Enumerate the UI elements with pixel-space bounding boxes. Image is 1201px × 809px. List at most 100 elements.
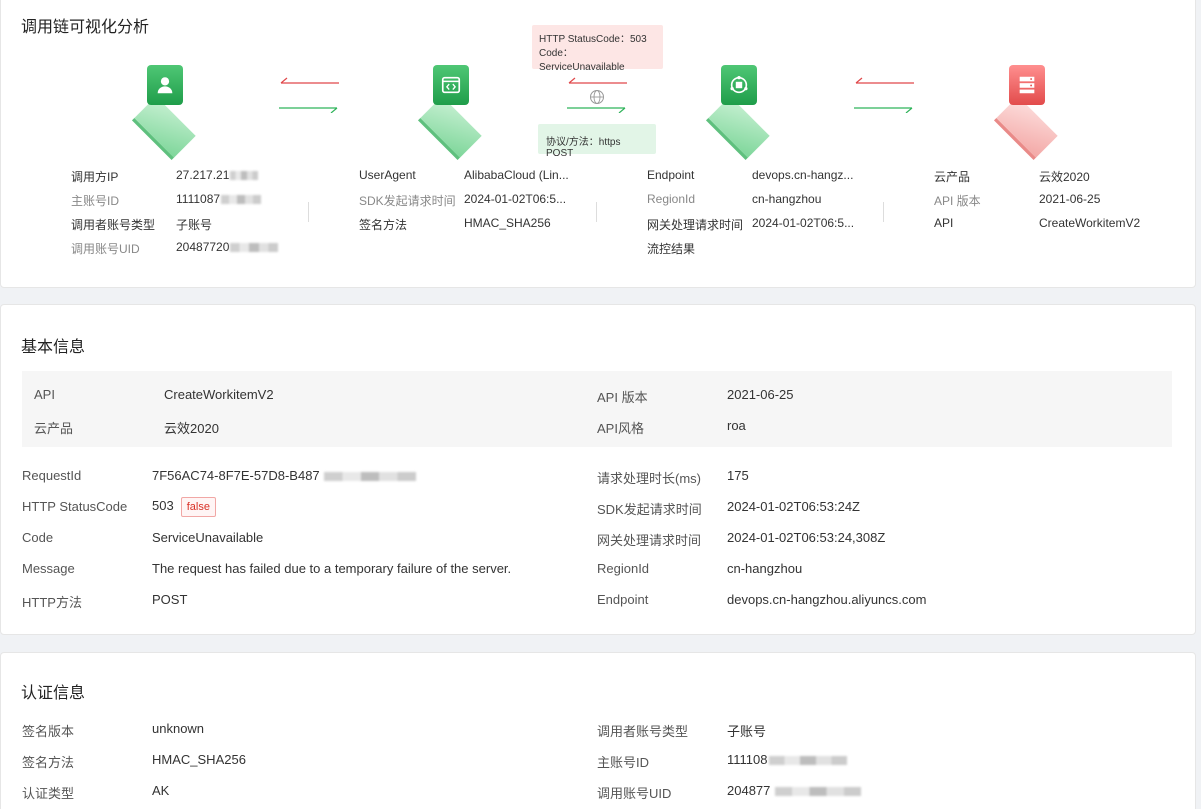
arrow-pair-3 xyxy=(853,77,915,114)
caller-account-type-label: 调用者账号类型 xyxy=(597,724,689,739)
info-value: 子账号 xyxy=(176,218,213,232)
server-node[interactable] xyxy=(981,65,1073,158)
message-label: Message xyxy=(22,561,75,576)
info-key: API xyxy=(934,216,954,230)
endpoint-value: devops.cn-hangzhou.aliyuncs.com xyxy=(727,592,927,607)
api-style-label: API风格 xyxy=(597,421,644,436)
product-info: 云产品 云效2020 API 版本 2021-06-25 API CreateWork… xyxy=(934,168,1164,240)
main-account-id-value: 111108 xyxy=(727,752,847,767)
divider xyxy=(596,202,597,222)
status-code-label: HTTP StatusCode xyxy=(22,499,128,514)
sign-method-label: 签名方法 xyxy=(22,755,75,770)
info-value: cn-hangzhou xyxy=(752,192,822,206)
caller-uid-value: 204877 xyxy=(727,783,862,798)
info-row: 云产品 云效2020 xyxy=(934,168,1164,192)
info-value: devops.cn-hangz... xyxy=(752,168,854,182)
http-method-value: POST xyxy=(152,592,188,607)
code-window-icon xyxy=(433,65,469,105)
api-version-value: 2021-06-25 xyxy=(727,387,794,402)
auth-info-title: 认证信息 xyxy=(21,685,86,702)
user-icon xyxy=(147,65,183,105)
info-key: 主账号ID xyxy=(71,194,120,208)
error-tooltip-code: Code：ServiceUnavailable xyxy=(539,48,625,73)
info-row: RegionId cn-hangzhou xyxy=(647,192,877,216)
info-value: AlibabaCloud (Lin... xyxy=(464,168,569,182)
info-key: RegionId xyxy=(647,192,696,206)
region-label: RegionId xyxy=(597,561,650,576)
gateway-time-value: 2024-01-02T06:53:24,308Z xyxy=(727,530,886,545)
message-value: The request has failed due to a temporar… xyxy=(152,561,512,576)
gateway-hub-icon xyxy=(721,65,757,105)
caller-node[interactable] xyxy=(119,65,211,158)
sdk-info: UserAgent AlibabaCloud (Lin... SDK发起请求时间 2… xyxy=(359,168,589,240)
info-value: 2024-01-02T06:5... xyxy=(464,192,567,206)
sdk-time-label: SDK发起请求时间 xyxy=(597,502,702,517)
sign-method-value: HMAC_SHA256 xyxy=(152,752,246,767)
info-row: 调用账号UID 20487720 xyxy=(71,240,301,264)
info-row: Endpoint devops.cn-hangz... xyxy=(647,168,877,192)
info-value: 27.217.21 xyxy=(176,168,259,182)
info-value: CreateWorkitemV2 xyxy=(1039,216,1141,230)
auth-type-value: AK xyxy=(152,783,170,798)
error-tooltip-status: HTTP StatusCode：503 xyxy=(539,34,647,45)
basic-info-card: 基本信息 API CreateWorkitemV2 API 版本 2021-06… xyxy=(0,304,1196,635)
sdk-node[interactable] xyxy=(405,65,497,158)
gateway-info: Endpoint devops.cn-hangz... RegionId cn-ha… xyxy=(647,168,877,264)
info-row: API CreateWorkitemV2 xyxy=(934,216,1164,240)
info-row: 签名方法 HMAC_SHA256 xyxy=(359,216,589,240)
info-row: SDK发起请求时间 2024-01-02T06:5... xyxy=(359,192,589,216)
region-value: cn-hangzhou xyxy=(727,561,803,576)
api-label: API xyxy=(34,387,55,402)
sign-version-value: unknown xyxy=(152,721,205,736)
code-label: Code xyxy=(22,530,54,545)
request-id-value: 7F56AC74-8F7E-57D8-B487 xyxy=(152,468,417,483)
info-row: 网关处理请求时间 2024-01-02T06:5... xyxy=(647,216,877,240)
call-chain-card: 调用链可视化分析 HTTP StatusCode：503 Code：Servic… xyxy=(0,0,1196,288)
divider xyxy=(883,202,884,222)
info-key: 云产品 xyxy=(934,170,971,184)
protocol-tooltip: 协议/方法：https POST xyxy=(538,124,656,159)
info-row: API 版本 2021-06-25 xyxy=(934,192,1164,216)
info-key: 流控结果 xyxy=(647,242,696,256)
divider xyxy=(308,202,309,222)
code-value: ServiceUnavailable xyxy=(152,530,264,545)
endpoint-label: Endpoint xyxy=(597,592,649,607)
auth-type-label: 认证类型 xyxy=(22,786,75,801)
api-summary-block: API CreateWorkitemV2 API 版本 2021-06-25 云… xyxy=(22,371,1172,447)
info-key: SDK发起请求时间 xyxy=(359,194,456,208)
product-label: 云产品 xyxy=(34,421,74,436)
info-value: 2024-01-02T06:5... xyxy=(752,216,855,230)
info-value: 云效2020 xyxy=(1039,170,1090,184)
duration-label: 请求处理时长(ms) xyxy=(597,471,701,486)
server-stack-icon xyxy=(1009,65,1045,105)
gateway-time-label: 网关处理请求时间 xyxy=(597,533,702,548)
info-key: 签名方法 xyxy=(359,218,408,232)
gateway-node[interactable] xyxy=(693,65,785,158)
duration-value: 175 xyxy=(727,468,749,483)
info-value: 2021-06-25 xyxy=(1039,192,1101,206)
api-style-value: roa xyxy=(727,418,746,433)
info-row: 调用方IP 27.217.21 xyxy=(71,168,301,192)
info-value: HMAC_SHA256 xyxy=(464,216,551,230)
caller-uid-label: 调用账号UID xyxy=(597,786,672,801)
sdk-time-value: 2024-01-02T06:53:24Z xyxy=(727,499,860,514)
info-row: 主账号ID 1111087 xyxy=(71,192,301,216)
status-code-value: 503 false xyxy=(152,497,216,517)
globe-icon xyxy=(590,90,604,104)
info-key: 调用方IP xyxy=(71,170,119,184)
info-key: API 版本 xyxy=(934,194,981,208)
info-key: Endpoint xyxy=(647,168,695,182)
info-row: UserAgent AlibabaCloud (Lin... xyxy=(359,168,589,192)
http-method-label: HTTP方法 xyxy=(22,595,82,610)
info-value: 1111087 xyxy=(176,192,262,206)
info-key: UserAgent xyxy=(359,168,416,182)
error-tooltip: HTTP StatusCode：503 Code：ServiceUnavaila… xyxy=(532,25,663,73)
call-chain-title: 调用链可视化分析 xyxy=(21,19,150,36)
info-key: 网关处理请求时间 xyxy=(647,218,744,232)
basic-info-title: 基本信息 xyxy=(21,339,86,356)
auth-info-card: 认证信息 签名版本 unknown 签名方法 HMAC_SHA256 认证类型 … xyxy=(0,652,1196,809)
info-value: 20487720 xyxy=(176,240,279,254)
sign-version-label: 签名版本 xyxy=(22,724,75,739)
api-link[interactable]: CreateWorkitemV2 xyxy=(164,387,274,402)
api-version-label: API 版本 xyxy=(597,390,648,405)
